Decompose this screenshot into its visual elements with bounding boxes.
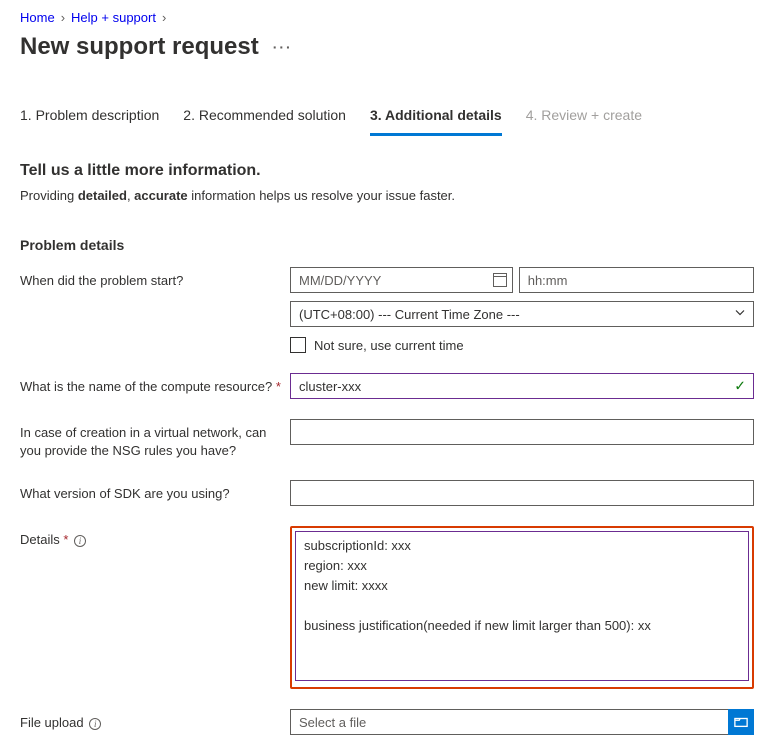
wizard-tabs: 1. Problem description 2. Recommended so… <box>20 101 754 136</box>
file-upload-label: File upload <box>20 715 87 730</box>
details-label: Details <box>20 532 63 547</box>
helper-bold2: accurate <box>134 188 187 203</box>
helper-prefix: Providing <box>20 188 78 203</box>
info-icon[interactable]: i <box>74 535 86 547</box>
file-browse-button[interactable] <box>728 709 754 735</box>
info-icon[interactable]: i <box>89 718 101 730</box>
when-label: When did the problem start? <box>20 267 290 290</box>
helper-bold1: detailed <box>78 188 127 203</box>
required-icon: * <box>276 379 281 394</box>
calendar-icon[interactable] <box>493 273 507 287</box>
details-callout: subscriptionId: xxx region: xxx new limi… <box>290 526 754 689</box>
file-placeholder: Select a file <box>299 715 366 730</box>
nsg-label: In case of creation in a virtual network… <box>20 419 290 460</box>
tab-additional-details[interactable]: 3. Additional details <box>370 101 502 136</box>
sdk-input[interactable] <box>290 480 754 506</box>
more-actions-button[interactable]: ··· <box>273 39 293 55</box>
tab-recommended-solution[interactable]: 2. Recommended solution <box>183 101 346 136</box>
required-icon: * <box>63 532 68 547</box>
sdk-label: What version of SDK are you using? <box>20 480 290 503</box>
info-section-helper: Providing detailed, accurate information… <box>20 188 754 203</box>
breadcrumb-help[interactable]: Help + support <box>71 10 156 25</box>
resource-name-input[interactable] <box>290 373 754 399</box>
problem-details-heading: Problem details <box>20 237 754 253</box>
form-grid: When did the problem start? (UTC+08:00) … <box>20 267 754 735</box>
nsg-input[interactable] <box>290 419 754 445</box>
breadcrumb-home[interactable]: Home <box>20 10 55 25</box>
page-title: New support request <box>20 33 259 61</box>
info-section-title: Tell us a little more information. <box>20 162 754 180</box>
details-textarea[interactable]: subscriptionId: xxx region: xxx new limi… <box>295 531 749 681</box>
page-title-row: New support request ··· <box>20 33 754 61</box>
helper-suffix: information helps us resolve your issue … <box>188 188 455 203</box>
not-sure-label: Not sure, use current time <box>314 338 464 353</box>
tab-review-create: 4. Review + create <box>526 101 642 136</box>
resource-label: What is the name of the compute resource… <box>20 379 276 394</box>
chevron-right-icon: › <box>162 10 166 25</box>
timezone-select[interactable]: (UTC+08:00) --- Current Time Zone --- <box>290 301 754 327</box>
not-sure-checkbox[interactable] <box>290 337 306 353</box>
file-select-input[interactable]: Select a file <box>290 709 728 735</box>
tab-problem-description[interactable]: 1. Problem description <box>20 101 159 136</box>
checkmark-icon: ✓ <box>734 378 746 395</box>
breadcrumb: Home › Help + support › <box>20 10 754 25</box>
chevron-right-icon: › <box>61 10 65 25</box>
time-input[interactable] <box>519 267 754 293</box>
date-input[interactable] <box>290 267 513 293</box>
